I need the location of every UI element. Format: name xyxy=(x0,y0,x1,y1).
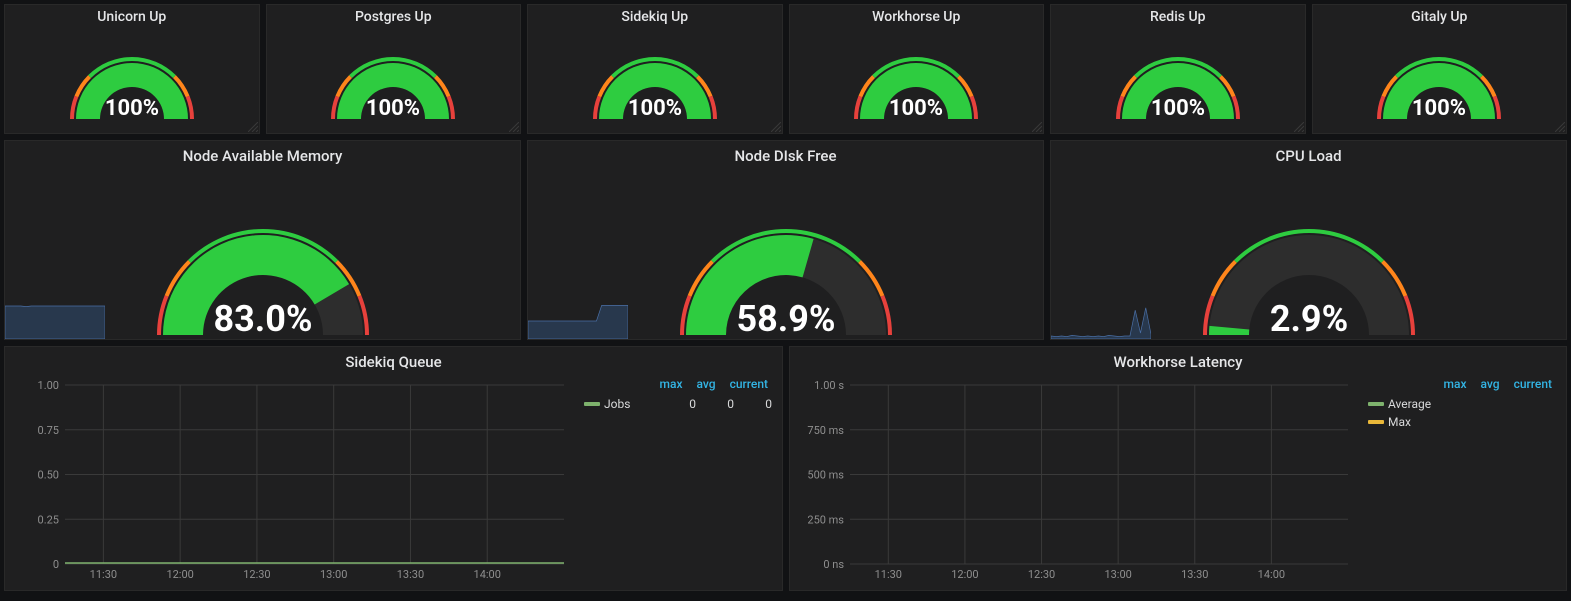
svg-text:83.0%: 83.0% xyxy=(213,298,312,339)
legend-row[interactable]: Average xyxy=(1368,395,1556,413)
svg-text:1.00: 1.00 xyxy=(38,379,59,392)
panel-title: Gitaly Up xyxy=(1313,5,1567,27)
svg-text:13:00: 13:00 xyxy=(1104,568,1131,581)
svg-text:100%: 100% xyxy=(628,96,682,121)
panel-title: Node DIsk Free xyxy=(528,141,1043,167)
panel-title: Postgres Up xyxy=(267,5,521,27)
svg-text:0.25: 0.25 xyxy=(38,513,59,526)
panel-workhorse-up[interactable]: Workhorse Up 100% xyxy=(789,4,1045,134)
legend-col-avg: avg xyxy=(1481,377,1500,391)
chart-plot: 1.00 s 750 ms 500 ms 250 ms 0 ns 11:30 12:00 12… xyxy=(800,377,1356,590)
gauge: 100% xyxy=(790,27,1044,133)
panel-redis-up[interactable]: Redis Up 100% xyxy=(1050,4,1306,134)
svg-text:100%: 100% xyxy=(1151,96,1205,121)
svg-text:1.00 s: 1.00 s xyxy=(814,379,844,392)
legend-row[interactable]: Max xyxy=(1368,413,1556,431)
gauge-row-small: Unicorn Up 100% Postgres Up 100% Sidekiq… xyxy=(4,4,1567,134)
legend-series-name: Average xyxy=(1388,397,1556,411)
panel-workhorse-latency[interactable]: Workhorse Latency 1.00 s 750 ms 500 ms 250 … xyxy=(789,346,1567,591)
svg-text:0.75: 0.75 xyxy=(38,424,59,437)
panel-title: Sidekiq Up xyxy=(528,5,782,27)
legend-col-current: current xyxy=(1514,377,1552,391)
gauge: 58.9% xyxy=(528,167,1043,339)
panel-node-disk[interactable]: Node DIsk Free 58.9% xyxy=(527,140,1044,340)
panel-title: Node Available Memory xyxy=(5,141,520,167)
gauge: 2.9% xyxy=(1051,167,1566,339)
svg-text:0 ns: 0 ns xyxy=(823,558,844,571)
gauge: 100% xyxy=(267,27,521,133)
legend: max avg current Jobs 0 0 0 xyxy=(572,377,772,590)
svg-text:11:30: 11:30 xyxy=(90,568,117,581)
legend-col-max: max xyxy=(1444,377,1467,391)
gauge: 100% xyxy=(1313,27,1567,133)
legend-current: 0 xyxy=(738,397,772,411)
chart-row: Sidekiq Queue 1.00 0.75 0.50 0.25 0 11:30 12:0… xyxy=(4,346,1567,591)
panel-title: Workhorse Latency xyxy=(790,347,1566,373)
sparkline xyxy=(1051,279,1151,339)
legend-swatch xyxy=(584,402,600,406)
svg-text:100%: 100% xyxy=(366,96,420,121)
panel-unicorn-up[interactable]: Unicorn Up 100% xyxy=(4,4,260,134)
legend-series-name: Jobs xyxy=(604,397,658,411)
chart-body: 1.00 0.75 0.50 0.25 0 11:30 12:00 12:30 13:00 13:… xyxy=(5,373,782,594)
panel-sidekiq-up[interactable]: Sidekiq Up 100% xyxy=(527,4,783,134)
chart-body: 1.00 s 750 ms 500 ms 250 ms 0 ns 11:30 12:00 12… xyxy=(790,373,1566,594)
svg-text:14:00: 14:00 xyxy=(474,568,501,581)
legend-max: 0 xyxy=(662,397,696,411)
panel-title: Unicorn Up xyxy=(5,5,259,27)
gauge-row-big: Node Available Memory 83.0% Node DIsk Fr… xyxy=(4,140,1567,340)
svg-text:750 ms: 750 ms xyxy=(807,424,844,437)
panel-title: Sidekiq Queue xyxy=(5,347,782,373)
panel-sidekiq-queue[interactable]: Sidekiq Queue 1.00 0.75 0.50 0.25 0 11:30 12:0… xyxy=(4,346,783,591)
legend-avg: 0 xyxy=(700,397,734,411)
gauge: 83.0% xyxy=(5,167,520,339)
legend-swatch xyxy=(1368,420,1384,424)
svg-text:100%: 100% xyxy=(1412,96,1466,121)
svg-text:13:30: 13:30 xyxy=(1181,568,1208,581)
panel-postgres-up[interactable]: Postgres Up 100% xyxy=(266,4,522,134)
gauge: 100% xyxy=(528,27,782,133)
svg-text:500 ms: 500 ms xyxy=(807,469,844,482)
legend-col-avg: avg xyxy=(697,377,716,391)
svg-text:100%: 100% xyxy=(889,96,943,121)
legend-row[interactable]: Jobs 0 0 0 xyxy=(584,395,772,413)
gauge: 100% xyxy=(5,27,259,133)
svg-text:11:30: 11:30 xyxy=(875,568,902,581)
panel-cpu-load[interactable]: CPU Load 2.9% xyxy=(1050,140,1567,340)
svg-text:13:00: 13:00 xyxy=(320,568,347,581)
legend-col-max: max xyxy=(660,377,683,391)
svg-text:58.9%: 58.9% xyxy=(736,298,835,339)
panel-title: Redis Up xyxy=(1051,5,1305,27)
dashboard: Unicorn Up 100% Postgres Up 100% Sidekiq… xyxy=(0,0,1571,601)
svg-text:2.9%: 2.9% xyxy=(1269,298,1347,339)
svg-text:0.50: 0.50 xyxy=(38,469,59,482)
gauge: 100% xyxy=(1051,27,1305,133)
svg-text:14:00: 14:00 xyxy=(1258,568,1285,581)
chart-plot: 1.00 0.75 0.50 0.25 0 11:30 12:00 12:30 13:00 13:… xyxy=(15,377,572,590)
legend-header: max avg current xyxy=(584,377,772,391)
legend-swatch xyxy=(1368,402,1384,406)
svg-text:13:30: 13:30 xyxy=(397,568,424,581)
svg-text:12:30: 12:30 xyxy=(1028,568,1055,581)
svg-text:12:00: 12:00 xyxy=(951,568,978,581)
panel-title: Workhorse Up xyxy=(790,5,1044,27)
legend: max avg current Average Max xyxy=(1356,377,1556,590)
svg-text:250 ms: 250 ms xyxy=(807,513,844,526)
panel-gitaly-up[interactable]: Gitaly Up 100% xyxy=(1312,4,1568,134)
svg-text:0: 0 xyxy=(53,558,59,571)
sparkline xyxy=(528,279,628,339)
legend-series-name: Max xyxy=(1388,415,1556,429)
legend-col-current: current xyxy=(730,377,768,391)
legend-header: max avg current xyxy=(1368,377,1556,391)
sparkline xyxy=(5,279,105,339)
svg-text:12:30: 12:30 xyxy=(243,568,270,581)
panel-node-memory[interactable]: Node Available Memory 83.0% xyxy=(4,140,521,340)
panel-title: CPU Load xyxy=(1051,141,1566,167)
svg-text:100%: 100% xyxy=(105,96,159,121)
svg-text:12:00: 12:00 xyxy=(166,568,193,581)
